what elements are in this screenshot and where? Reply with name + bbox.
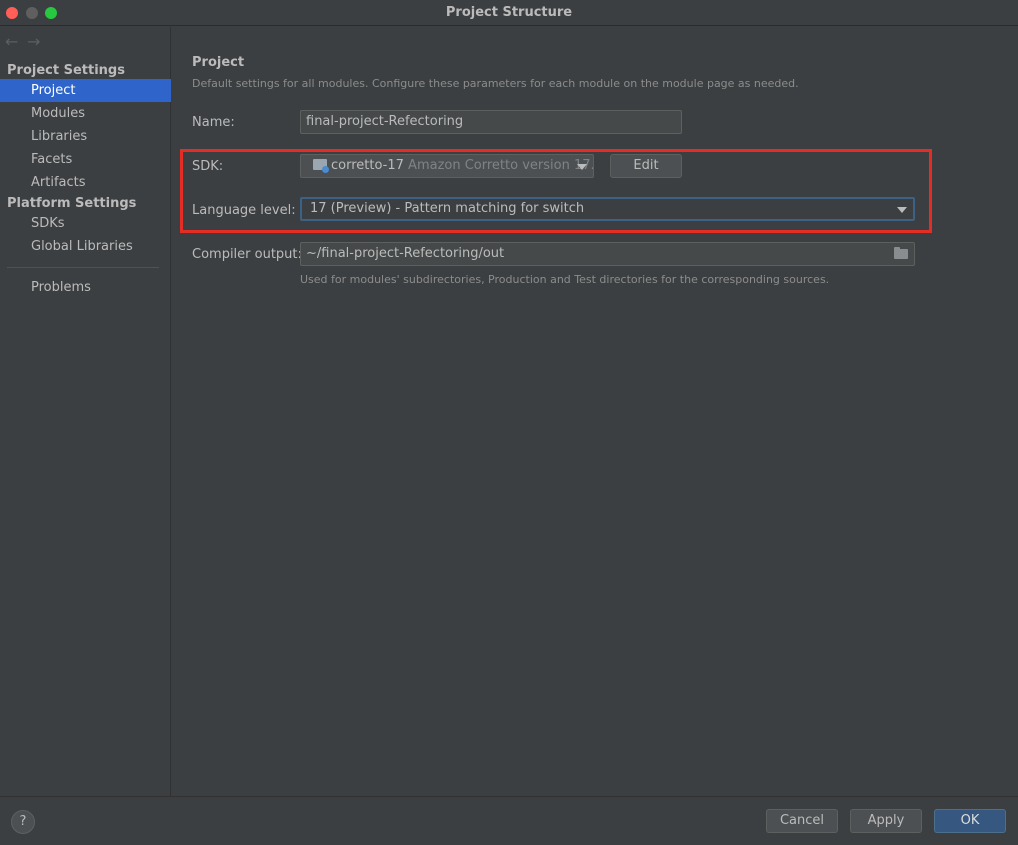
chevron-down-icon [897, 207, 907, 213]
sidebar-item-artifacts[interactable]: Artifacts [0, 171, 171, 194]
dialog-footer: ? Cancel Apply OK [0, 796, 1018, 845]
project-settings-header: Project Settings [7, 63, 125, 78]
jdk-folder-icon [313, 159, 329, 173]
compiler-output-field[interactable]: ~/final-project-Refectoring/out [300, 242, 915, 266]
sidebar-item-facets[interactable]: Facets [0, 148, 171, 171]
platform-settings-header: Platform Settings [7, 196, 137, 211]
compiler-output-hint: Used for modules' subdirectories, Produc… [300, 273, 830, 286]
language-level-label: Language level: [192, 203, 296, 218]
sidebar-item-sdks[interactable]: SDKs [0, 212, 171, 235]
window-title: Project Structure [445, 5, 573, 20]
title-bar: Project Structure [0, 0, 1018, 26]
nav-arrows: ← → [5, 32, 49, 52]
browse-folder-icon[interactable] [894, 247, 908, 259]
ok-button[interactable]: OK [934, 809, 1006, 833]
sdk-label: SDK: [192, 159, 224, 174]
name-label: Name: [192, 115, 235, 130]
sidebar-divider [7, 267, 159, 268]
back-arrow-icon[interactable]: ← [5, 32, 27, 51]
sidebar-item-project[interactable]: Project [0, 79, 171, 102]
page-description: Default settings for all modules. Config… [192, 77, 799, 90]
chevron-down-icon [577, 164, 587, 170]
apply-button[interactable]: Apply [850, 809, 922, 833]
main-panel: Project Default settings for all modules… [172, 27, 1018, 796]
name-field[interactable]: final-project-Refectoring [300, 110, 682, 134]
language-level-dropdown[interactable]: 17 (Preview) - Pattern matching for swit… [300, 197, 915, 221]
sdk-detail: Amazon Corretto version 17. [408, 158, 594, 173]
sidebar-item-global-libraries[interactable]: Global Libraries [0, 235, 171, 258]
help-button[interactable]: ? [11, 810, 35, 834]
project-structure-window: Project Structure ← → Project Settings Pr… [0, 0, 1018, 845]
forward-arrow-icon[interactable]: → [27, 32, 49, 51]
language-level-value: 17 (Preview) - Pattern matching for swit… [310, 201, 585, 216]
sidebar-item-libraries[interactable]: Libraries [0, 125, 171, 148]
sidebar-item-problems[interactable]: Problems [0, 276, 171, 299]
cancel-button[interactable]: Cancel [766, 809, 838, 833]
edit-sdk-button[interactable]: Edit [610, 154, 682, 178]
sidebar: ← → Project Settings Project Modules Libr… [0, 27, 171, 796]
page-title: Project [192, 55, 245, 70]
sdk-dropdown[interactable]: corretto-17 Amazon Corretto version 17. [300, 154, 594, 178]
compiler-output-value: ~/final-project-Refectoring/out [306, 246, 505, 261]
sdk-value: corretto-17 [331, 158, 404, 173]
sidebar-item-modules[interactable]: Modules [0, 102, 171, 125]
compiler-output-label: Compiler output: [192, 247, 302, 262]
